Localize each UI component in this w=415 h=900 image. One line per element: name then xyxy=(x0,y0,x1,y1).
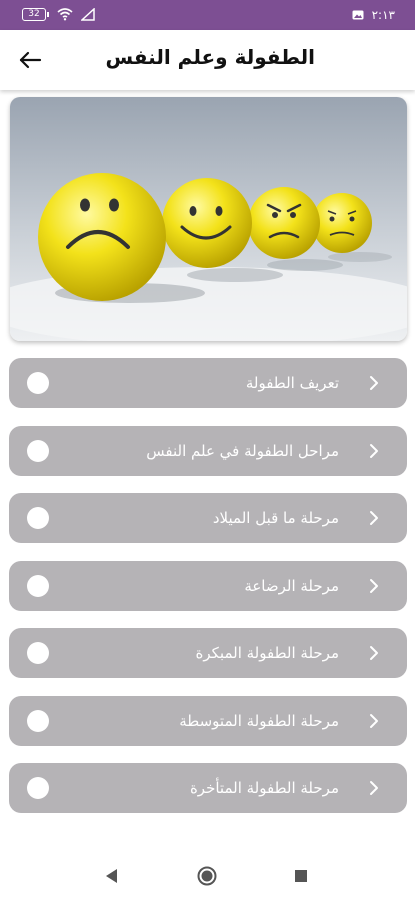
app-bar: الطفولة وعلم النفس xyxy=(0,30,415,90)
radio-circle-icon[interactable] xyxy=(27,574,49,597)
chevron-right-icon xyxy=(370,578,378,593)
menu-item-label: مرحلة الرضاعة xyxy=(244,576,339,595)
radio-circle-icon[interactable] xyxy=(27,439,49,462)
page-title: الطفولة وعلم النفس xyxy=(105,45,315,69)
radio-circle-icon[interactable] xyxy=(27,642,49,664)
wifi-icon xyxy=(57,8,73,21)
status-icons-left: 32 xyxy=(22,7,95,21)
menu-item-label: تعريف الطفولة xyxy=(245,374,339,392)
menu-item-label: مرحلة الطفولة المتأخرة xyxy=(189,779,339,797)
notification-image-icon xyxy=(352,10,364,20)
chevron-right-icon xyxy=(370,443,378,458)
status-bar: 32 ٢:١٣ xyxy=(0,0,415,30)
menu-item-infancy-stage[interactable]: مرحلة الرضاعة xyxy=(9,560,407,611)
back-triangle-icon[interactable] xyxy=(100,865,122,887)
emoji-balls-image xyxy=(10,97,407,341)
menu-item-early-childhood[interactable]: مرحلة الطفولة المبكرة xyxy=(9,628,407,678)
radio-circle-icon[interactable] xyxy=(27,709,49,732)
radio-circle-icon[interactable] xyxy=(27,507,49,529)
hero-image xyxy=(10,97,407,341)
recents-square-icon[interactable] xyxy=(290,865,312,887)
menu-item-childhood-stages[interactable]: مراحل الطفولة في علم النفس xyxy=(9,425,407,476)
menu-item-prenatal-stage[interactable]: مرحلة ما قبل الميلاد xyxy=(9,493,407,543)
menu-item-label: مراحل الطفولة في علم النفس xyxy=(146,441,339,460)
status-time: ٢:١٣ xyxy=(371,8,395,22)
arrow-left-icon[interactable] xyxy=(16,46,44,74)
menu-item-late-childhood[interactable]: مرحلة الطفولة المتأخرة xyxy=(9,763,407,813)
radio-circle-icon[interactable] xyxy=(27,372,49,394)
home-circle-icon[interactable] xyxy=(196,865,218,887)
chevron-right-icon xyxy=(370,781,378,795)
chevron-right-icon xyxy=(370,646,378,660)
menu-item-label: مرحلة ما قبل الميلاد xyxy=(212,509,339,527)
menu-item-middle-childhood[interactable]: مرحلة الطفولة المتوسطة xyxy=(9,695,407,746)
signal-icon xyxy=(81,7,95,21)
chevron-right-icon xyxy=(370,713,378,728)
status-icons-right: ٢:١٣ xyxy=(352,8,395,22)
chevron-right-icon xyxy=(370,376,378,390)
menu-item-childhood-definition[interactable]: تعريف الطفولة xyxy=(9,358,407,408)
menu-item-label: مرحلة الطفولة المتوسطة xyxy=(179,711,339,730)
battery-icon: 32 xyxy=(22,7,49,21)
menu-list: تعريف الطفولة مراحل الطفولة في علم النفس… xyxy=(9,358,407,831)
chevron-right-icon xyxy=(370,511,378,525)
battery-level: 32 xyxy=(22,7,46,21)
system-nav-bar xyxy=(0,850,415,900)
menu-item-label: مرحلة الطفولة المبكرة xyxy=(195,644,339,662)
radio-circle-icon[interactable] xyxy=(27,777,49,799)
